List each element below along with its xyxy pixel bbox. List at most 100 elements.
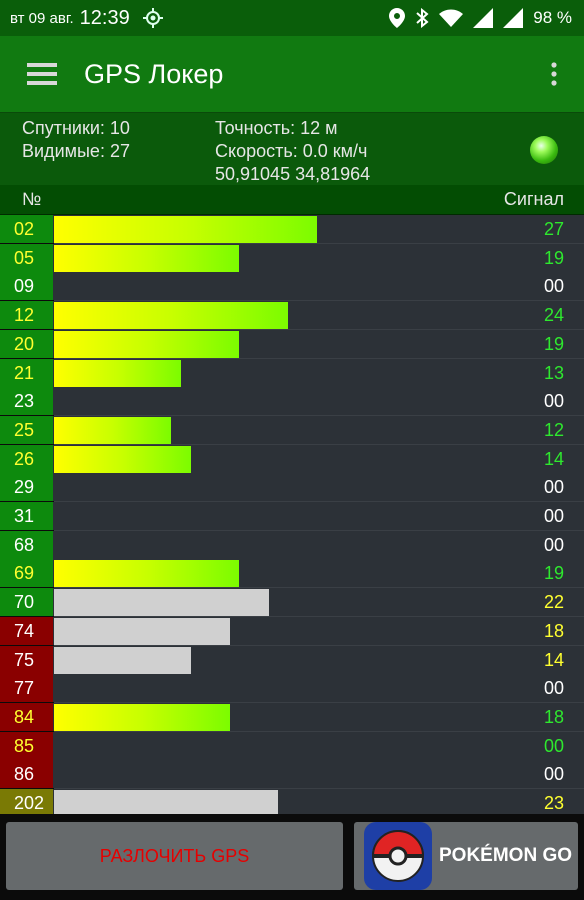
- status-time: 12:39: [79, 6, 130, 29]
- satellite-number: 85: [0, 731, 53, 760]
- satellite-number: 21: [0, 358, 53, 387]
- satellite-row: 77 00: [0, 674, 584, 704]
- satellite-number: 70: [0, 588, 53, 617]
- satellite-number: 75: [0, 645, 53, 674]
- visible-count: Видимые: 27: [22, 141, 130, 161]
- satellite-row: 26 14: [0, 444, 584, 474]
- signal-bar: [54, 416, 171, 444]
- app-title: GPS Локер: [84, 58, 224, 89]
- satellite-row: 202 23: [0, 789, 584, 818]
- satellite-number: 202: [0, 789, 53, 817]
- accuracy-text: Точность: 12 м: [215, 118, 338, 138]
- satellite-row: 75 14: [0, 645, 584, 675]
- satellite-number: 12: [0, 301, 53, 330]
- signal-value: 00: [543, 678, 564, 699]
- satellite-number: 23: [0, 387, 53, 416]
- satellite-number: 26: [0, 444, 53, 473]
- satellite-row: 74 18: [0, 616, 584, 646]
- cell-signal-icon-2: [503, 8, 524, 28]
- signal-bar: [54, 703, 230, 731]
- location-pin-icon: [389, 8, 406, 28]
- satellite-row: 23 00: [0, 387, 584, 417]
- gps-fix-indicator: [530, 136, 558, 164]
- speed-text: Скорость: 0.0 км/ч: [215, 141, 368, 161]
- satellite-number: 68: [0, 530, 53, 559]
- unlock-gps-button[interactable]: РАЗЛОЧИТЬ GPS: [6, 822, 343, 890]
- gps-target-icon: [142, 7, 164, 29]
- satellite-row: 86 00: [0, 760, 584, 790]
- signal-value: 00: [543, 477, 564, 498]
- signal-value: 24: [543, 305, 564, 326]
- signal-bar: [54, 302, 288, 330]
- satellite-number: 02: [0, 215, 53, 243]
- app-bar: GPS Локер: [0, 36, 584, 113]
- signal-value: 00: [543, 391, 564, 412]
- pokeball-icon: [364, 822, 432, 890]
- satellite-row: 85 00: [0, 731, 584, 761]
- battery-percentage: 98 %: [533, 8, 572, 27]
- satellite-row: 20 19: [0, 329, 584, 359]
- column-number-header: №: [22, 189, 42, 209]
- satellite-row: 21 13: [0, 358, 584, 388]
- bluetooth-icon: [415, 8, 429, 28]
- more-vert-icon[interactable]: [542, 54, 566, 94]
- satellite-number: 69: [0, 559, 53, 588]
- satellite-row: 02 27: [0, 215, 584, 244]
- signal-value: 00: [543, 534, 564, 555]
- signal-value: 14: [543, 448, 564, 469]
- satellite-row: 25 12: [0, 415, 584, 445]
- satellite-row: 84 18: [0, 702, 584, 732]
- signal-value: 00: [543, 276, 564, 297]
- signal-value: 22: [543, 592, 564, 613]
- signal-bar: [54, 790, 279, 817]
- satellite-number: 29: [0, 473, 53, 502]
- signal-value: 14: [543, 649, 564, 670]
- satellite-number: 74: [0, 616, 53, 645]
- hamburger-menu-icon[interactable]: [20, 52, 64, 96]
- pokemon-go-button[interactable]: POKÉMON GO: [354, 822, 578, 890]
- signal-value: 23: [543, 793, 564, 813]
- satellite-row: 29 00: [0, 473, 584, 503]
- signal-value: 27: [543, 219, 564, 239]
- signal-bar: [54, 330, 240, 358]
- signal-value: 19: [543, 333, 564, 354]
- signal-bar: [54, 359, 181, 387]
- signal-value: 00: [543, 735, 564, 756]
- bottom-action-bar: РАЗЛОЧИТЬ GPS POKÉMON GO: [0, 814, 584, 900]
- satellite-row: 31 00: [0, 502, 584, 531]
- satellite-row: 70 22: [0, 588, 584, 618]
- column-signal-header: Сигнал: [503, 189, 564, 209]
- satellites-count: Спутники: 10: [22, 118, 130, 138]
- signal-bar: [54, 216, 318, 243]
- satellite-number: 31: [0, 502, 53, 530]
- status-date: вт 09 авг.: [10, 9, 74, 27]
- signal-bar: [54, 445, 191, 473]
- satellite-row: 05 19: [0, 243, 584, 273]
- satellite-row: 69 19: [0, 559, 584, 589]
- signal-bar: [54, 617, 230, 645]
- satellite-row: 68 00: [0, 530, 584, 560]
- signal-value: 12: [543, 419, 564, 440]
- signal-value: 18: [543, 620, 564, 641]
- status-bar: вт 09 авг. 12:39 98 %: [0, 0, 584, 36]
- coordinates-text: 50,91045 34,81964: [215, 164, 371, 184]
- satellite-number: 09: [0, 272, 53, 301]
- satellite-number: 05: [0, 243, 53, 272]
- signal-value: 00: [543, 764, 564, 785]
- satellite-number: 25: [0, 415, 53, 444]
- satellite-row: 09 00: [0, 272, 584, 302]
- satellite-number: 84: [0, 702, 53, 731]
- satellite-number: 86: [0, 760, 53, 789]
- signal-value: 13: [543, 362, 564, 383]
- signal-value: 18: [543, 706, 564, 727]
- signal-bar: [54, 646, 191, 674]
- satellite-number: 77: [0, 674, 53, 703]
- pokemon-go-label: POKÉMON GO: [439, 845, 573, 866]
- satellite-number: 20: [0, 329, 53, 358]
- satellite-table-header: № Сигнал: [0, 185, 584, 215]
- signal-value: 00: [543, 506, 564, 526]
- signal-value: 19: [543, 563, 564, 584]
- wifi-icon: [439, 9, 464, 27]
- signal-bar: [54, 244, 240, 272]
- cell-signal-icon-1: [473, 8, 494, 28]
